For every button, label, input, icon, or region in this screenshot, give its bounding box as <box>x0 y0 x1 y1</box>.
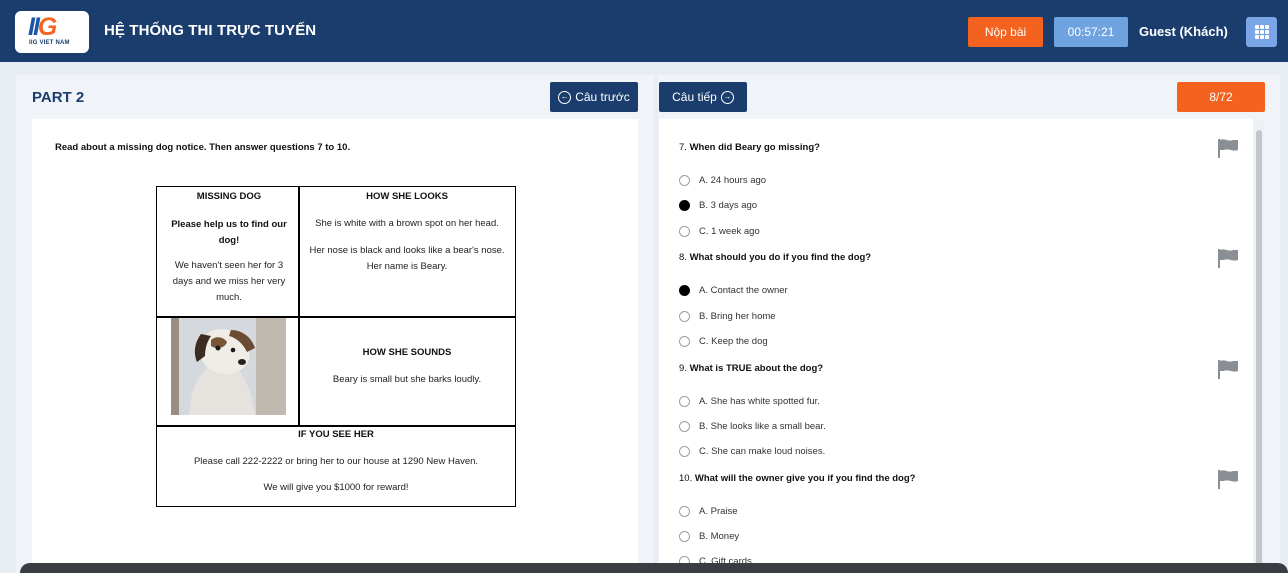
option-label: A. 24 hours ago <box>699 175 767 186</box>
flag-icon[interactable] <box>1216 359 1240 379</box>
see-text-2: We will give you $1000 for reward! <box>263 482 409 493</box>
radio-button[interactable] <box>679 226 690 237</box>
flag-icon[interactable] <box>1216 138 1240 158</box>
arrow-left-icon: ← <box>558 90 572 104</box>
question-text: What will the owner give you if you find… <box>694 473 916 484</box>
question-progress[interactable]: 8/72 <box>1177 82 1265 112</box>
option-label: A. She has white spotted fur. <box>699 396 820 407</box>
user-name[interactable]: Guest (Khách) <box>1139 24 1228 39</box>
looks-heading: HOW SHE LOOKS <box>366 191 448 202</box>
arrow-right-icon: → <box>720 90 734 104</box>
app-title: HỆ THỐNG THI TRỰC TUYẾN <box>104 22 317 39</box>
radio-button[interactable] <box>679 396 690 407</box>
option-7b[interactable]: B. 3 days ago <box>679 200 757 211</box>
question-text: What is TRUE about the dog? <box>689 363 824 374</box>
scrollbar-thumb[interactable] <box>1256 130 1262 573</box>
next-question-button[interactable]: Câu tiếp → <box>659 82 747 112</box>
radio-button[interactable] <box>679 336 690 347</box>
option-9c[interactable]: C. She can make loud noises. <box>679 446 825 457</box>
dog-photo <box>171 318 286 415</box>
missing-plea: Please help us to find our dog! <box>171 219 287 246</box>
looks-text-2: Her nose is black and looks like a bear'… <box>309 245 505 272</box>
radio-button[interactable] <box>679 446 690 457</box>
option-9b[interactable]: B. She looks like a small bear. <box>679 421 826 432</box>
question-number: 9. <box>679 363 687 374</box>
question-number: 8. <box>679 252 687 263</box>
option-10b[interactable]: B. Money <box>679 531 739 542</box>
logo-mark-ii: II <box>28 13 40 41</box>
option-9a[interactable]: A. She has white spotted fur. <box>679 396 820 407</box>
radio-button[interactable] <box>679 311 690 322</box>
option-label: C. She can make loud noises. <box>699 446 826 457</box>
option-label: C. Keep the dog <box>699 336 768 347</box>
prev-label: Câu trước <box>575 90 630 104</box>
question-number: 7. <box>679 142 687 153</box>
part-title: PART 2 <box>32 89 85 106</box>
option-label: B. Money <box>699 531 740 542</box>
option-label: B. 3 days ago <box>699 200 758 211</box>
option-label: B. Bring her home <box>699 311 776 322</box>
question-text: When did Beary go missing? <box>689 142 820 153</box>
option-7a[interactable]: A. 24 hours ago <box>679 175 766 186</box>
option-8b[interactable]: B. Bring her home <box>679 311 776 322</box>
flag-icon[interactable] <box>1216 248 1240 268</box>
grid-menu-button[interactable] <box>1246 17 1277 47</box>
reading-instruction: Read about a missing dog notice. Then an… <box>55 142 351 153</box>
option-7c[interactable]: C. 1 week ago <box>679 226 760 237</box>
option-label: B. She looks like a small bear. <box>699 421 826 432</box>
timer: 00:57:21 <box>1054 17 1128 47</box>
question-number: 10. <box>679 473 693 484</box>
radio-button[interactable] <box>679 421 690 432</box>
radio-button-selected[interactable] <box>679 200 690 211</box>
prev-question-button[interactable]: ← Câu trước <box>550 82 638 112</box>
option-10a[interactable]: A. Praise <box>679 506 738 517</box>
iig-logo[interactable]: IIG IIG VIET NAM <box>15 11 89 53</box>
submit-button[interactable]: Nộp bài <box>968 17 1043 47</box>
notice-divider-h2 <box>156 425 516 427</box>
looks-text-1: She is white with a brown spot on her he… <box>315 218 499 229</box>
bottom-overlay-bar <box>20 563 1288 573</box>
missing-text: We haven't seen her for 3 days and we mi… <box>172 260 286 303</box>
radio-button[interactable] <box>679 175 690 186</box>
question-8: 8. What should you do if you find the do… <box>679 252 871 263</box>
radio-button-selected[interactable] <box>679 285 690 296</box>
sounds-heading: HOW SHE SOUNDS <box>362 347 452 358</box>
next-label: Câu tiếp <box>672 90 717 104</box>
option-label: A. Contact the owner <box>699 285 788 296</box>
radio-button[interactable] <box>679 531 690 542</box>
see-text-1: Please call 222-2222 or bring her to our… <box>193 456 479 467</box>
question-10: 10. What will the owner give you if you … <box>679 473 915 484</box>
question-7: 7. When did Beary go missing? <box>679 142 820 153</box>
option-8c[interactable]: C. Keep the dog <box>679 336 768 347</box>
see-heading: IF YOU SEE HER <box>298 429 374 440</box>
question-text: What should you do if you find the dog? <box>689 252 872 263</box>
logo-text: IIG VIET NAM <box>29 40 70 46</box>
missing-heading: MISSING DOG <box>196 191 262 202</box>
option-label: A. Praise <box>699 506 738 517</box>
radio-button[interactable] <box>679 506 690 517</box>
logo-mark-g: G <box>37 13 58 41</box>
sounds-text: Beary is small but she barks loudly. <box>332 374 482 385</box>
question-9: 9. What is TRUE about the dog? <box>679 363 823 374</box>
flag-icon[interactable] <box>1216 469 1240 489</box>
option-8a[interactable]: A. Contact the owner <box>679 285 788 296</box>
option-label: C. 1 week ago <box>699 226 760 237</box>
